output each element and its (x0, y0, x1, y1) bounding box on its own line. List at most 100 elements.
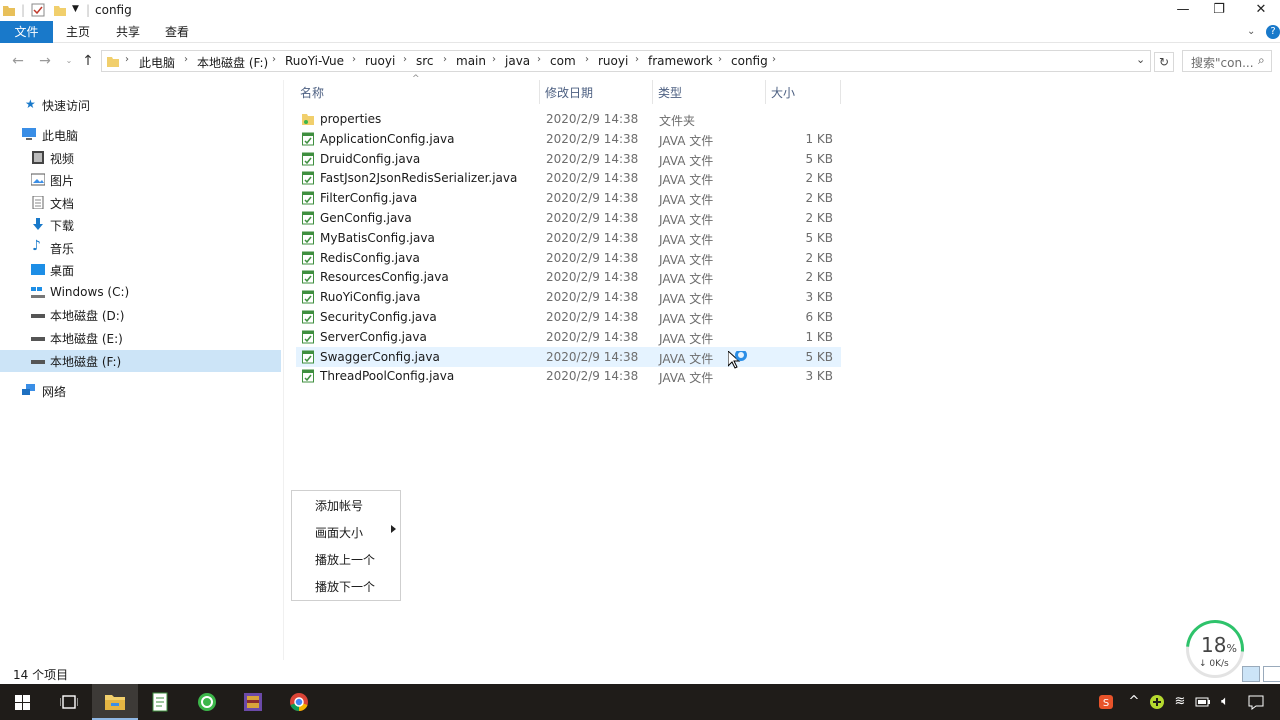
breadcrumb-separator-icon[interactable]: › (272, 54, 276, 65)
wifi-icon[interactable]: ≋ (1172, 694, 1188, 710)
ribbon-expand-icon[interactable]: ⌄ (1247, 26, 1255, 37)
menu-item-play-previous[interactable]: 播放上一个 (292, 545, 400, 572)
volume-icon[interactable]: 🔈︎ (1217, 694, 1233, 710)
back-button[interactable]: ← (9, 52, 27, 70)
menu-item-add-account[interactable]: 添加帐号 (292, 491, 400, 518)
breadcrumb[interactable]: ruoyi (365, 54, 395, 68)
breadcrumb-separator-icon[interactable]: › (492, 54, 496, 65)
sidebar-item-pictures[interactable]: 图片 (0, 169, 281, 191)
breadcrumb[interactable]: ruoyi (598, 54, 628, 68)
breadcrumb-separator-icon[interactable]: › (125, 54, 129, 65)
file-row[interactable]: RuoYiConfig.java 2020/2/9 14:38 JAVA 文件 3 K… (296, 287, 841, 307)
large-icons-view-icon[interactable] (1263, 666, 1280, 682)
breadcrumb[interactable]: 此电脑 (139, 54, 175, 71)
sidebar-item-network[interactable]: 网络 (0, 380, 281, 402)
breadcrumb-separator-icon[interactable]: › (443, 54, 447, 65)
breadcrumb[interactable]: framework (648, 54, 713, 68)
breadcrumb[interactable]: config (731, 54, 768, 68)
file-row[interactable]: properties 2020/2/9 14:38 文件夹 (296, 109, 841, 129)
help-icon[interactable]: ? (1266, 25, 1280, 39)
file-row[interactable]: SwaggerConfig.java 2020/2/9 14:38 JAVA 文件 5… (296, 346, 841, 367)
breadcrumb-separator-icon[interactable]: › (184, 54, 188, 65)
notification-icon[interactable] (1248, 694, 1264, 710)
forward-button[interactable]: → (36, 52, 54, 70)
sidebar-item-downloads[interactable]: 下载 (0, 214, 281, 236)
chevron-up-icon[interactable]: ^ (1126, 694, 1142, 710)
file-row[interactable]: ResourcesConfig.java 2020/2/9 14:38 JAVA 文… (296, 267, 841, 287)
start-button[interactable] (0, 684, 46, 720)
column-separator[interactable] (652, 80, 653, 104)
up-button[interactable]: ↑ (79, 52, 97, 70)
file-row[interactable]: FastJson2JsonRedisSerializer.java 2020/2/… (296, 168, 841, 188)
file-row[interactable]: ServerConfig.java 2020/2/9 14:38 JAVA 文件 1 … (296, 327, 841, 347)
breadcrumb-separator-icon[interactable]: › (718, 54, 722, 65)
pane-divider[interactable] (283, 80, 284, 660)
battery-icon[interactable] (1195, 694, 1211, 710)
breadcrumb[interactable]: main (456, 54, 486, 68)
breadcrumb-separator-icon[interactable]: › (537, 54, 541, 65)
taskbar-360-browser[interactable] (184, 684, 230, 720)
sidebar-item-drive-f[interactable]: 本地磁盘 (F:) (0, 350, 281, 372)
taskbar-file-explorer[interactable] (92, 684, 138, 720)
sidebar-item-drive-e[interactable]: 本地磁盘 (E:) (0, 327, 281, 349)
file-row[interactable]: GenConfig.java 2020/2/9 14:38 JAVA 文件 2 KB (296, 208, 841, 228)
taskbar-winrar[interactable] (230, 684, 276, 720)
taskbar-chrome[interactable] (276, 684, 322, 720)
restore-button[interactable]: ❐ (1196, 0, 1242, 21)
column-type[interactable]: 类型 (658, 84, 682, 101)
refresh-icon[interactable]: ↻ (1154, 52, 1174, 72)
breadcrumb[interactable]: 本地磁盘 (F:) (197, 54, 268, 71)
tab-view[interactable]: 查看 (153, 21, 201, 43)
ime-sogou-icon[interactable]: S (1098, 694, 1114, 710)
tab-home[interactable]: 主页 (54, 21, 102, 43)
menu-item-screen-size[interactable]: 画面大小 (292, 518, 400, 545)
details-view-icon[interactable] (1242, 666, 1260, 682)
column-name[interactable]: 名称 (300, 84, 324, 101)
sidebar-item-drive-d[interactable]: 本地磁盘 (D:) (0, 304, 281, 326)
breadcrumb[interactable]: src (416, 54, 434, 68)
sidebar-item-videos[interactable]: 视频 (0, 147, 281, 169)
sidebar-item-desktop[interactable]: 桌面 (0, 259, 281, 281)
column-modified[interactable]: 修改日期 (545, 84, 593, 101)
sidebar-item-music[interactable]: ♪ 音乐 (0, 237, 281, 259)
task-view-button[interactable] (46, 684, 92, 720)
new-folder-icon[interactable] (53, 3, 67, 17)
search-icon[interactable]: ⌕ (1258, 53, 1265, 68)
file-row[interactable]: MyBatisConfig.java 2020/2/9 14:38 JAVA 文件 5… (296, 228, 841, 248)
tab-share[interactable]: 共享 (104, 21, 152, 43)
breadcrumb-separator-icon[interactable]: › (585, 54, 589, 65)
file-row[interactable]: RedisConfig.java 2020/2/9 14:38 JAVA 文件 2 K… (296, 248, 841, 268)
file-row[interactable]: SecurityConfig.java 2020/2/9 14:38 JAVA 文件… (296, 307, 841, 327)
file-row[interactable]: DruidConfig.java 2020/2/9 14:38 JAVA 文件 5 K… (296, 149, 841, 169)
sidebar-item-this-pc[interactable]: 此电脑 (0, 124, 281, 146)
breadcrumb-separator-icon[interactable]: › (403, 54, 407, 65)
breadcrumb-separator-icon[interactable]: › (772, 54, 776, 65)
properties-icon[interactable] (31, 3, 45, 17)
column-separator[interactable] (539, 80, 540, 104)
taskbar-notepad[interactable] (138, 684, 184, 720)
plus-icon[interactable] (1149, 694, 1165, 710)
qat-dropdown-icon[interactable]: ▼ (72, 4, 79, 14)
column-separator[interactable] (765, 80, 766, 104)
java-file-icon (301, 211, 315, 225)
breadcrumb-separator-icon[interactable]: › (352, 54, 356, 65)
sidebar-item-documents[interactable]: 文档 (0, 192, 281, 214)
file-row[interactable]: ThreadPoolConfig.java 2020/2/9 14:38 JAVA … (296, 366, 841, 386)
breadcrumb[interactable]: RuoYi-Vue (285, 54, 344, 68)
breadcrumb[interactable]: java (505, 54, 530, 68)
tab-file[interactable]: 文件 (0, 21, 53, 43)
menu-item-play-next[interactable]: 播放下一个 (292, 572, 400, 599)
column-separator[interactable] (840, 80, 841, 104)
file-row[interactable]: FilterConfig.java 2020/2/9 14:38 JAVA 文件 2 … (296, 188, 841, 208)
close-button[interactable]: ✕ (1238, 0, 1280, 21)
file-row[interactable]: ApplicationConfig.java 2020/2/9 14:38 JAVA… (296, 129, 841, 149)
sidebar-item-drive-c[interactable]: Windows (C:) (0, 282, 281, 304)
address-dropdown-icon[interactable]: ⌄ (1136, 53, 1145, 66)
drive-icon (31, 314, 45, 318)
sidebar-item-quick-access[interactable]: ★ 快速访问 (0, 94, 281, 116)
column-size[interactable]: 大小 (771, 84, 795, 101)
breadcrumb-separator-icon[interactable]: › (635, 54, 639, 65)
recent-locations-icon[interactable]: ⌄ (60, 52, 78, 70)
breadcrumb[interactable]: com (550, 54, 576, 68)
address-bar[interactable]: › 此电脑 › 本地磁盘 (F:) › RuoYi-Vue › ruoyi › … (101, 50, 1151, 72)
